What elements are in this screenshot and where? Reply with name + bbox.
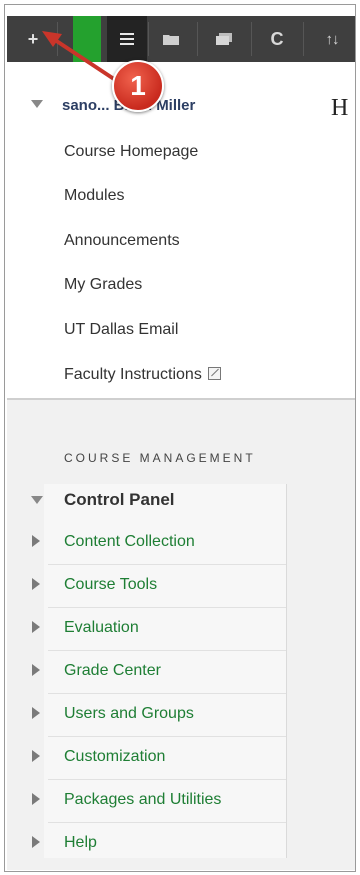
nav-link-modules[interactable]: Modules <box>64 187 124 205</box>
expand-triangle-icon[interactable] <box>32 664 40 676</box>
nav-link-faculty-instructions[interactable]: Faculty Instructions <box>64 366 221 384</box>
sort-icon: ↑↓ <box>325 30 340 48</box>
list-view-button[interactable] <box>107 16 147 62</box>
step-marker: 1 <box>112 60 164 112</box>
row-divider <box>48 650 286 651</box>
row-divider <box>48 693 286 694</box>
list-icon <box>120 33 134 45</box>
content-heading-initial: H <box>331 95 349 121</box>
folder-icon <box>163 35 179 45</box>
row-divider <box>48 779 286 780</box>
open-in-window-button[interactable] <box>211 16 237 62</box>
expand-triangle-icon[interactable] <box>32 707 40 719</box>
cp-item-evaluation[interactable]: Evaluation <box>64 619 139 637</box>
expand-triangle-icon[interactable] <box>32 578 40 590</box>
control-panel-title[interactable]: Control Panel <box>64 490 175 510</box>
collapse-triangle-icon[interactable] <box>31 100 43 108</box>
toolbar-divider <box>57 22 58 56</box>
nav-link-ut-dallas-email[interactable]: UT Dallas Email <box>64 321 178 339</box>
nav-link-announcements[interactable]: Announcements <box>64 232 180 250</box>
folder-view-button[interactable] <box>159 16 183 62</box>
plus-icon: + <box>27 28 39 49</box>
nav-link-label: Faculty Instructions <box>64 366 202 383</box>
course-menu-toolbar: + C ↑↓ <box>7 16 355 62</box>
cp-item-customization[interactable]: Customization <box>64 748 165 766</box>
reorder-button[interactable]: ↑↓ <box>317 16 347 62</box>
cp-item-users-and-groups[interactable]: Users and Groups <box>64 705 194 723</box>
edit-mode-indicator[interactable] <box>73 16 101 62</box>
expand-triangle-icon[interactable] <box>32 793 40 805</box>
toolbar-divider <box>148 22 149 56</box>
toolbar-divider <box>303 22 304 56</box>
expand-triangle-icon[interactable] <box>32 535 40 547</box>
cp-item-content-collection[interactable]: Content Collection <box>64 533 195 551</box>
external-link-icon <box>207 367 221 380</box>
row-divider <box>48 822 286 823</box>
step-number: 1 <box>130 70 146 101</box>
cp-item-packages-and-utilities[interactable]: Packages and Utilities <box>64 791 221 809</box>
refresh-icon: C <box>270 28 284 49</box>
cp-item-course-tools[interactable]: Course Tools <box>64 576 157 594</box>
nav-link-course-homepage[interactable]: Course Homepage <box>64 143 198 161</box>
expand-triangle-icon[interactable] <box>32 621 40 633</box>
expand-triangle-icon[interactable] <box>32 836 40 848</box>
row-divider <box>48 607 286 608</box>
cp-item-help[interactable]: Help <box>64 834 97 852</box>
expand-triangle-icon[interactable] <box>32 750 40 762</box>
cp-item-grade-center[interactable]: Grade Center <box>64 662 161 680</box>
collapse-triangle-icon[interactable] <box>31 496 43 504</box>
add-menu-item-button[interactable]: + <box>21 16 45 62</box>
toolbar-divider <box>251 22 252 56</box>
toolbar-divider <box>197 22 198 56</box>
row-divider <box>48 736 286 737</box>
course-management-header: COURSE MANAGEMENT <box>64 451 256 465</box>
window-icon <box>216 33 232 45</box>
row-divider <box>48 564 286 565</box>
refresh-button[interactable]: C <box>265 16 289 62</box>
nav-link-my-grades[interactable]: My Grades <box>64 276 142 294</box>
